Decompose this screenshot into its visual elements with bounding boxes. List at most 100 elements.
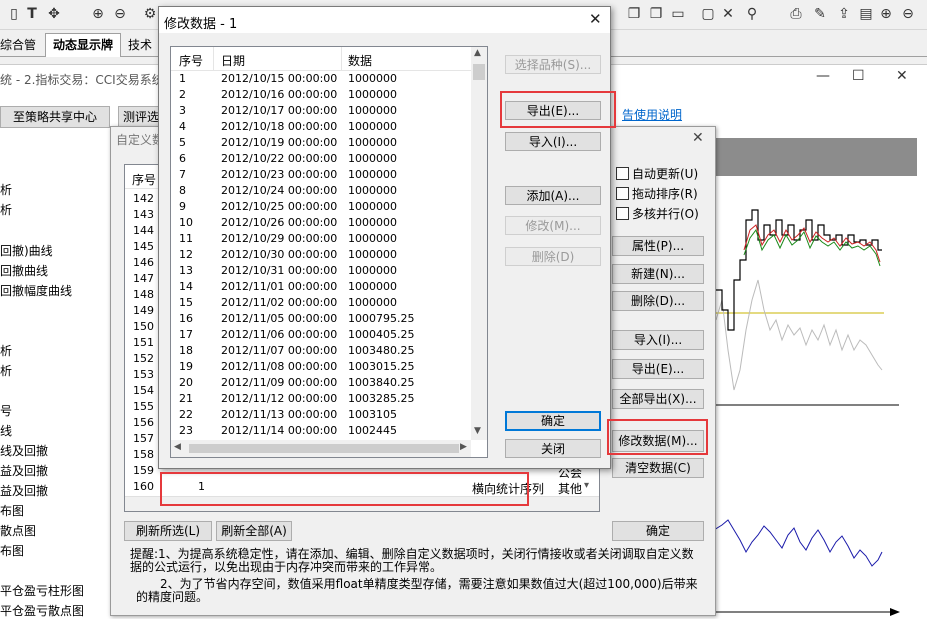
custom-dialog-close-icon[interactable]: ✕ bbox=[692, 130, 704, 146]
row-index[interactable]: 15 bbox=[179, 296, 193, 309]
select-instrument-button[interactable]: 选择品种(S)... bbox=[505, 55, 601, 74]
custom-row-index[interactable]: 157 bbox=[133, 432, 154, 445]
sidebar-item[interactable]: 回撤曲线 bbox=[0, 262, 48, 279]
copy-icon[interactable]: ❐ bbox=[624, 4, 644, 24]
modify-button[interactable]: 修改(M)... bbox=[505, 216, 601, 235]
modify-dialog-close-icon[interactable]: ✕ bbox=[589, 10, 602, 28]
custom-row-index[interactable]: 146 bbox=[133, 256, 154, 269]
custom-row-index[interactable]: 147 bbox=[133, 272, 154, 285]
edit-icon[interactable]: ✎ bbox=[810, 4, 830, 24]
sidebar-item[interactable]: 析 bbox=[0, 181, 12, 198]
sidebar-item[interactable]: 布图 bbox=[0, 502, 24, 519]
minimize-icon[interactable]: — bbox=[816, 68, 830, 84]
modify-list-vscrollbar[interactable] bbox=[471, 47, 487, 440]
scroll-up-icon[interactable]: ▲ bbox=[474, 48, 481, 58]
sidebar-item[interactable]: 益及回撤 bbox=[0, 482, 48, 499]
sidebar-item[interactable]: 益及回撤 bbox=[0, 462, 48, 479]
custom-list-scroll-down-icon[interactable]: ▾ bbox=[584, 480, 589, 491]
custom-row-index[interactable]: 155 bbox=[133, 400, 154, 413]
row-index[interactable]: 5 bbox=[179, 136, 186, 149]
sidebar-item[interactable]: 析 bbox=[0, 201, 12, 218]
text-icon[interactable]: T bbox=[22, 4, 42, 24]
refresh-selected-button[interactable]: 刷新所选(L) bbox=[124, 521, 212, 541]
custom-row-index[interactable]: 151 bbox=[133, 336, 154, 349]
custom-row-index[interactable]: 150 bbox=[133, 320, 154, 333]
sidebar-item[interactable]: 散点图 bbox=[0, 522, 36, 539]
row-index[interactable]: 21 bbox=[179, 392, 193, 405]
modify-close-button[interactable]: 关闭 bbox=[505, 439, 601, 458]
modify-ok-button[interactable]: 确定 bbox=[505, 411, 601, 431]
scroll-thumb[interactable] bbox=[473, 64, 485, 80]
sidebar-item[interactable]: 析 bbox=[0, 342, 12, 359]
scroll-down-icon[interactable]: ▼ bbox=[474, 426, 481, 436]
hscroll-thumb[interactable] bbox=[189, 444, 459, 453]
multicore-checkbox[interactable]: 多核并行(O) bbox=[616, 205, 699, 222]
custom-row-index[interactable]: 144 bbox=[133, 224, 154, 237]
row-index[interactable]: 14 bbox=[179, 280, 193, 293]
row-index[interactable]: 9 bbox=[179, 200, 186, 213]
row-index[interactable]: 23 bbox=[179, 424, 193, 437]
row-index[interactable]: 13 bbox=[179, 264, 193, 277]
drag-sort-checkbox[interactable]: 拖动排序(R) bbox=[616, 185, 698, 202]
zoom-in-icon[interactable]: ⊕ bbox=[88, 4, 108, 24]
paste-icon[interactable]: ❐ bbox=[646, 4, 666, 24]
report-help-link[interactable]: 告使用说明 bbox=[622, 106, 682, 123]
row-index[interactable]: 4 bbox=[179, 120, 186, 133]
tab-dynamic-board[interactable]: 动态显示牌 bbox=[45, 33, 121, 57]
custom-row-index[interactable]: 142 bbox=[133, 192, 154, 205]
clear-data-button[interactable]: 清空数据(C) bbox=[612, 458, 704, 478]
settings-icon[interactable]: ⚙ bbox=[140, 4, 160, 24]
custom-row-index[interactable]: 148 bbox=[133, 288, 154, 301]
row-index[interactable]: 19 bbox=[179, 360, 193, 373]
custom-row-index[interactable]: 143 bbox=[133, 208, 154, 221]
sidebar-item[interactable]: 回撤幅度曲线 bbox=[0, 282, 72, 299]
sidebar-item[interactable]: 回撤)曲线 bbox=[0, 242, 53, 259]
new-doc-icon[interactable]: ▢ bbox=[698, 4, 718, 24]
scroll-left-icon[interactable]: ◀ bbox=[174, 442, 181, 452]
add-button[interactable]: 添加(A)... bbox=[505, 186, 601, 205]
close-x-icon[interactable]: ✕ bbox=[718, 4, 738, 24]
tab-management[interactable]: 综合管理 bbox=[0, 34, 44, 56]
strategy-share-button[interactable]: 至策略共享中心 bbox=[0, 106, 110, 128]
custom-row-index[interactable]: 145 bbox=[133, 240, 154, 253]
custom-row-index[interactable]: 159 bbox=[133, 464, 154, 477]
row-index[interactable]: 6 bbox=[179, 152, 186, 165]
modify-delete-button[interactable]: 删除(D) bbox=[505, 247, 601, 266]
delete-button[interactable]: 删除(D)... bbox=[612, 291, 704, 311]
scroll-right-icon[interactable]: ▶ bbox=[460, 442, 467, 452]
custom-row-index[interactable]: 156 bbox=[133, 416, 154, 429]
maximize-icon[interactable]: ☐ bbox=[852, 68, 865, 84]
row-index[interactable]: 22 bbox=[179, 408, 193, 421]
sidebar-item[interactable]: 布图 bbox=[0, 542, 24, 559]
move-icon[interactable]: ✥ bbox=[44, 4, 64, 24]
sidebar-item[interactable]: 号 bbox=[0, 402, 12, 419]
sidebar-item[interactable]: 析 bbox=[0, 362, 12, 379]
row-index[interactable]: 2 bbox=[179, 88, 186, 101]
row-index[interactable]: 8 bbox=[179, 184, 186, 197]
export-icon[interactable]: ⇪ bbox=[834, 4, 854, 24]
row-index[interactable]: 11 bbox=[179, 232, 193, 245]
filter-icon[interactable]: ⚲ bbox=[742, 4, 762, 24]
custom-row-index[interactable]: 154 bbox=[133, 384, 154, 397]
auto-update-checkbox[interactable]: 自动更新(U) bbox=[616, 165, 698, 182]
sidebar-item[interactable]: 线 bbox=[0, 422, 12, 439]
sidebar-item[interactable]: 平仓盈亏柱形图 bbox=[0, 582, 84, 599]
import-button[interactable]: 导入(I)... bbox=[612, 330, 704, 350]
refresh-all-button[interactable]: 刷新全部(A) bbox=[216, 521, 292, 541]
row-index[interactable]: 12 bbox=[179, 248, 193, 261]
row-index[interactable]: 20 bbox=[179, 376, 193, 389]
row-index[interactable]: 10 bbox=[179, 216, 193, 229]
custom-ok-button[interactable]: 确定 bbox=[612, 521, 704, 541]
row-index[interactable]: 17 bbox=[179, 328, 193, 341]
export-all-button[interactable]: 全部导出(X)... bbox=[612, 389, 704, 409]
export-button[interactable]: 导出(E)... bbox=[612, 359, 704, 379]
custom-row-index[interactable]: 153 bbox=[133, 368, 154, 381]
row-index[interactable]: 7 bbox=[179, 168, 186, 181]
sidebar-item[interactable]: 平仓盈亏散点图 bbox=[0, 602, 84, 619]
row-index[interactable]: 16 bbox=[179, 312, 193, 325]
custom-row-index[interactable]: 149 bbox=[133, 304, 154, 317]
row-index[interactable]: 3 bbox=[179, 104, 186, 117]
window-icon[interactable]: ▭ bbox=[668, 4, 688, 24]
custom-row-index[interactable]: 158 bbox=[133, 448, 154, 461]
data-icon[interactable]: ▤ bbox=[856, 4, 876, 24]
